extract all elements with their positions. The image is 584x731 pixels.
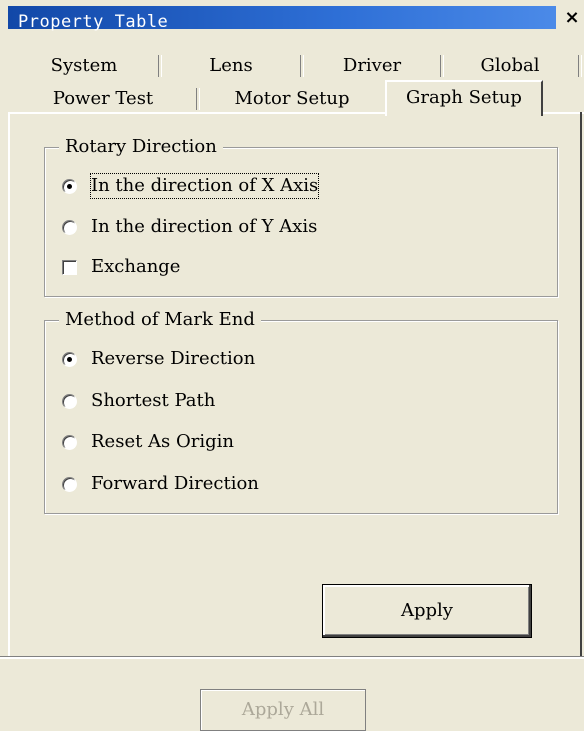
- radio-x-axis-label: In the direction of X Axis: [89, 173, 320, 199]
- radio-button[interactable]: [62, 393, 77, 409]
- radio-reverse-direction-label: Reverse Direction: [91, 348, 256, 369]
- footer-divider: [0, 656, 584, 659]
- mark-end-group: Method of Mark End Reverse Direction Sho…: [44, 309, 558, 514]
- radio-shortest-path[interactable]: Shortest Path: [62, 388, 215, 414]
- checkbox[interactable]: [62, 259, 77, 275]
- tab-separator: [578, 55, 582, 77]
- radio-y-axis[interactable]: In the direction of Y Axis: [62, 214, 317, 240]
- radio-reset-as-origin[interactable]: Reset As Origin: [62, 429, 234, 455]
- radio-forward-direction[interactable]: Forward Direction: [62, 471, 259, 497]
- close-button[interactable]: ×: [562, 6, 582, 29]
- tab-lens[interactable]: Lens: [162, 51, 300, 80]
- title-bar-fill: Property Table: [8, 6, 556, 32]
- radio-selected-dot: [67, 183, 72, 189]
- window-title: Property Table: [18, 12, 169, 32]
- exchange-checkbox[interactable]: Exchange: [62, 254, 180, 280]
- tab-driver[interactable]: Driver: [304, 51, 440, 80]
- tab-graph-setup-label: Graph Setup: [406, 87, 522, 108]
- rotary-direction-legend: Rotary Direction: [59, 136, 223, 158]
- radio-forward-direction-label: Forward Direction: [91, 473, 259, 494]
- radio-button[interactable]: [62, 434, 77, 450]
- tab-motor-setup[interactable]: Motor Setup: [200, 84, 384, 113]
- exchange-label: Exchange: [91, 256, 181, 277]
- radio-button[interactable]: [62, 219, 77, 235]
- radio-shortest-path-label: Shortest Path: [91, 390, 216, 411]
- radio-button[interactable]: [62, 178, 77, 194]
- title-bar: Property Table ×: [0, 0, 584, 32]
- tab-graph-setup[interactable]: Graph Setup: [385, 80, 543, 116]
- radio-button[interactable]: [62, 351, 77, 367]
- apply-button[interactable]: Apply: [322, 584, 532, 638]
- tab-power-test[interactable]: Power Test: [10, 84, 196, 113]
- tab-system[interactable]: System: [10, 51, 158, 80]
- radio-reverse-direction[interactable]: Reverse Direction: [62, 346, 255, 372]
- tab-global[interactable]: Global: [444, 51, 576, 80]
- mark-end-legend: Method of Mark End: [59, 309, 261, 331]
- rotary-direction-group: Rotary Direction In the direction of X A…: [44, 136, 558, 297]
- radio-y-axis-label: In the direction of Y Axis: [91, 216, 318, 237]
- radio-button[interactable]: [62, 476, 77, 492]
- radio-reset-as-origin-label: Reset As Origin: [91, 431, 234, 452]
- radio-x-axis[interactable]: In the direction of X Axis: [62, 173, 320, 199]
- radio-selected-dot: [67, 356, 72, 362]
